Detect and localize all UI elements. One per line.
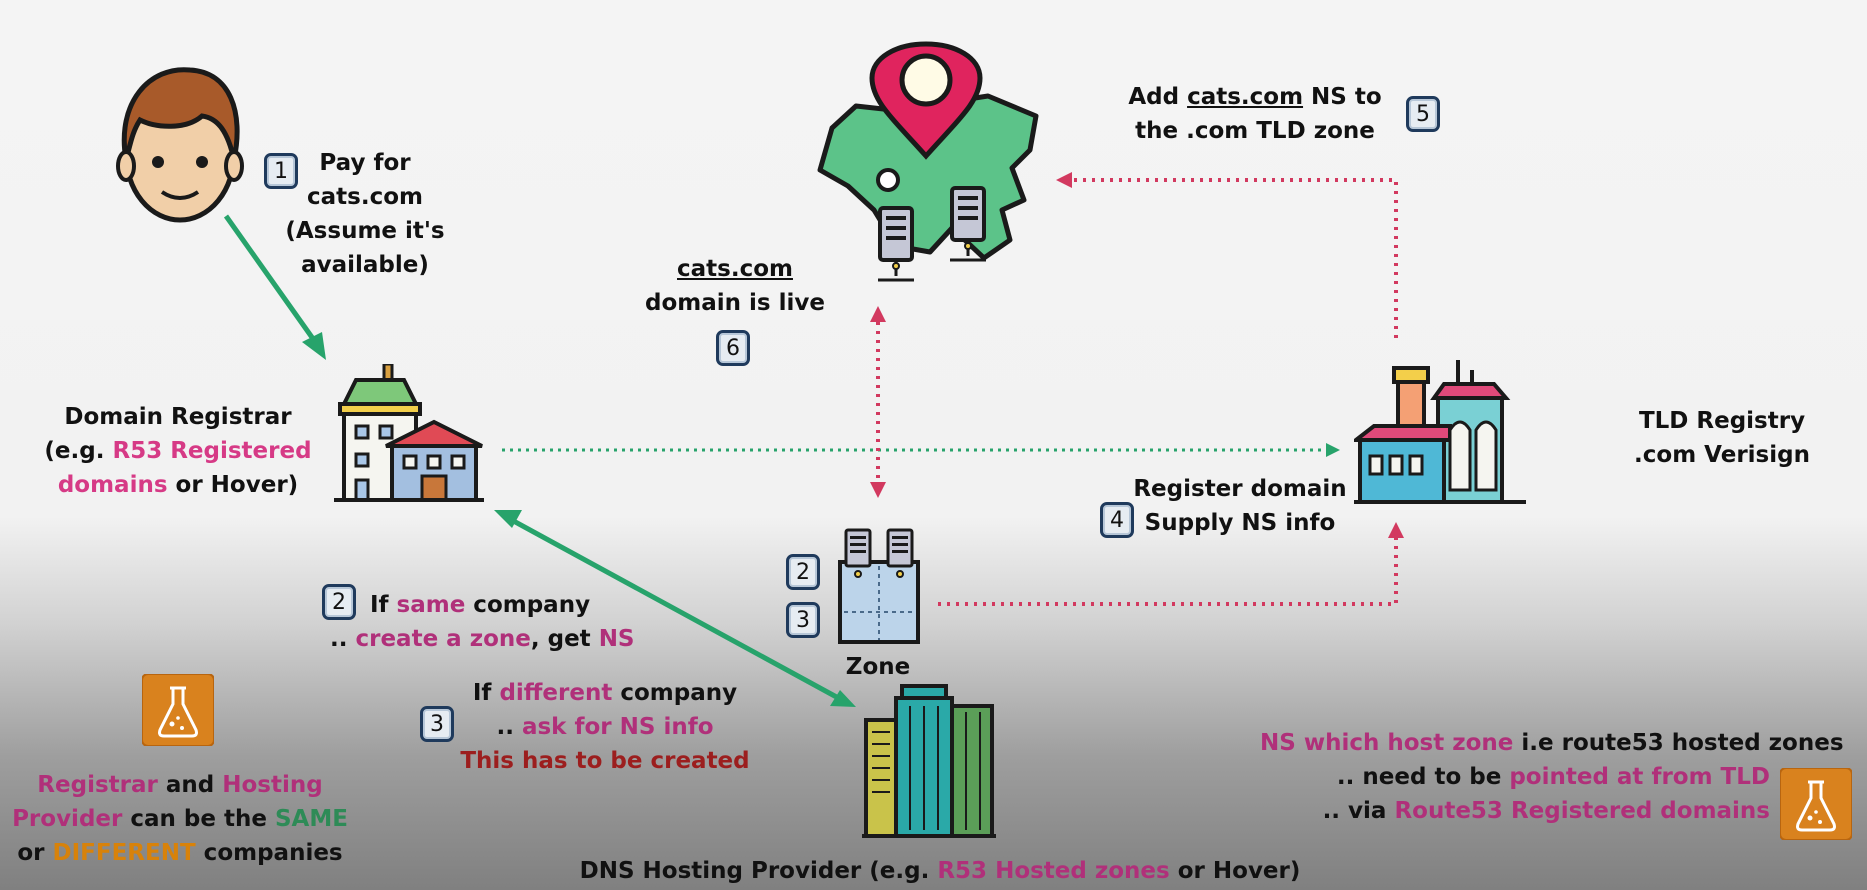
registrar-r53: R53 Registered [112,438,312,464]
note-right-pointed: pointed at from TLD [1509,764,1770,790]
step-badge-6: 6 [716,330,750,366]
arrow-zone-tld [938,538,1398,606]
note-left-hosting: Hosting [222,772,323,798]
note-left-and: and [157,772,223,798]
tld-line1: TLD Registry [1638,408,1806,434]
zone-badge-3: 3 [786,602,820,638]
step2-if: If [369,592,397,618]
zone-badge-2: 2 [786,554,820,590]
note-left-provider: Provider [12,806,123,832]
step5-ns: NS to [1303,84,1382,110]
tld-line2: .com Verisign [1634,442,1810,468]
note-left-canbe: can be the [122,806,275,832]
tld-building-icon [1354,360,1526,504]
note-right-hosted: i.e route53 hosted zones [1513,730,1844,756]
registrar-building-icon [334,364,484,502]
step3-text: If different company .. ask for NS info … [450,676,760,778]
step3-if: If [472,680,500,706]
step3-created: This has to be created [460,748,750,774]
note-left-companies: companies [195,840,343,866]
step5-domain: cats.com [1187,84,1304,110]
note-right: NS which host zone i.e route53 hosted zo… [1260,726,1844,828]
step-badge-4: 4 [1100,502,1134,538]
step5-add: Add [1128,84,1188,110]
registrar-hover: or Hover) [167,472,299,498]
map-pin-icon [817,41,1039,282]
hosting-provider-label: DNS Hosting Provider (e.g. R53 Hosted zo… [560,854,1320,888]
note-left-same: SAME [274,806,348,832]
step1-line1: Pay for [319,150,411,176]
live-status: domain is live [645,290,825,316]
note-left: Registrar and Hosting Provider can be th… [10,768,350,870]
step5-line2: the .com TLD zone [1135,118,1375,144]
hosting-label-prefix: DNS Hosting Provider (e.g. [579,858,938,884]
note-left-registrar: Registrar [37,772,158,798]
step2-text: If same company .. create a zone, get NS [330,588,635,656]
step1-line2: cats.com [307,184,423,210]
map-server-1 [878,206,914,282]
note-right-r53: Route53 Registered domains [1394,798,1770,824]
note-left-different: DIFFERENT [52,840,196,866]
step3-ask-ns: ask for NS info [521,714,714,740]
step-badge-5: 5 [1406,96,1440,132]
arrow-tld-map [1070,178,1398,338]
step2-create-zone: create a zone [355,626,531,652]
hosting-label-r53: R53 Hosted zones [937,858,1170,884]
step4-text: Register domain Supply NS info [1130,472,1350,540]
step3-dots: .. [496,714,522,740]
step5-text: Add cats.com NS to the .com TLD zone [1120,80,1390,148]
hosting-label-suffix: or Hover) [1169,858,1301,884]
step3-company: company [612,680,738,706]
step2-ns: NS [598,626,635,652]
note-left-or: or [17,840,53,866]
step2-same: same [396,592,466,618]
note-right-via: .. via [1322,798,1395,824]
flask-icon [142,674,214,746]
flask-icon-right [1780,768,1852,840]
zone-label: Zone [845,654,911,680]
step2-dots: .. [330,626,356,652]
step1-line4: available) [301,252,429,278]
step1-line3: (Assume it's [285,218,445,244]
step1-text: Pay for cats.com (Assume it's available) [280,146,450,282]
live-text: cats.com domain is live [630,252,840,320]
registrar-domains: domains [57,472,168,498]
live-domain: cats.com [677,256,793,282]
step2-get: , get [530,626,599,652]
hosting-provider-building-icon [862,684,996,838]
registrar-eg: (e.g. [44,438,113,464]
step3-different: different [499,680,613,706]
zone-icon [838,528,920,644]
step2-company: company [465,592,591,618]
step-badge-3: 3 [420,706,454,742]
note-right-ns: NS which host zone [1260,730,1514,756]
registrar-label: Domain Registrar (e.g. R53 Registered do… [40,400,316,502]
tld-label: TLD Registry .com Verisign [1620,404,1824,472]
note-right-need: .. need to be [1336,764,1510,790]
person-icon [116,67,244,223]
step4-line1: Register domain [1133,476,1347,502]
step4-line2: Supply NS info [1144,510,1336,536]
registrar-line1: Domain Registrar [64,404,292,430]
